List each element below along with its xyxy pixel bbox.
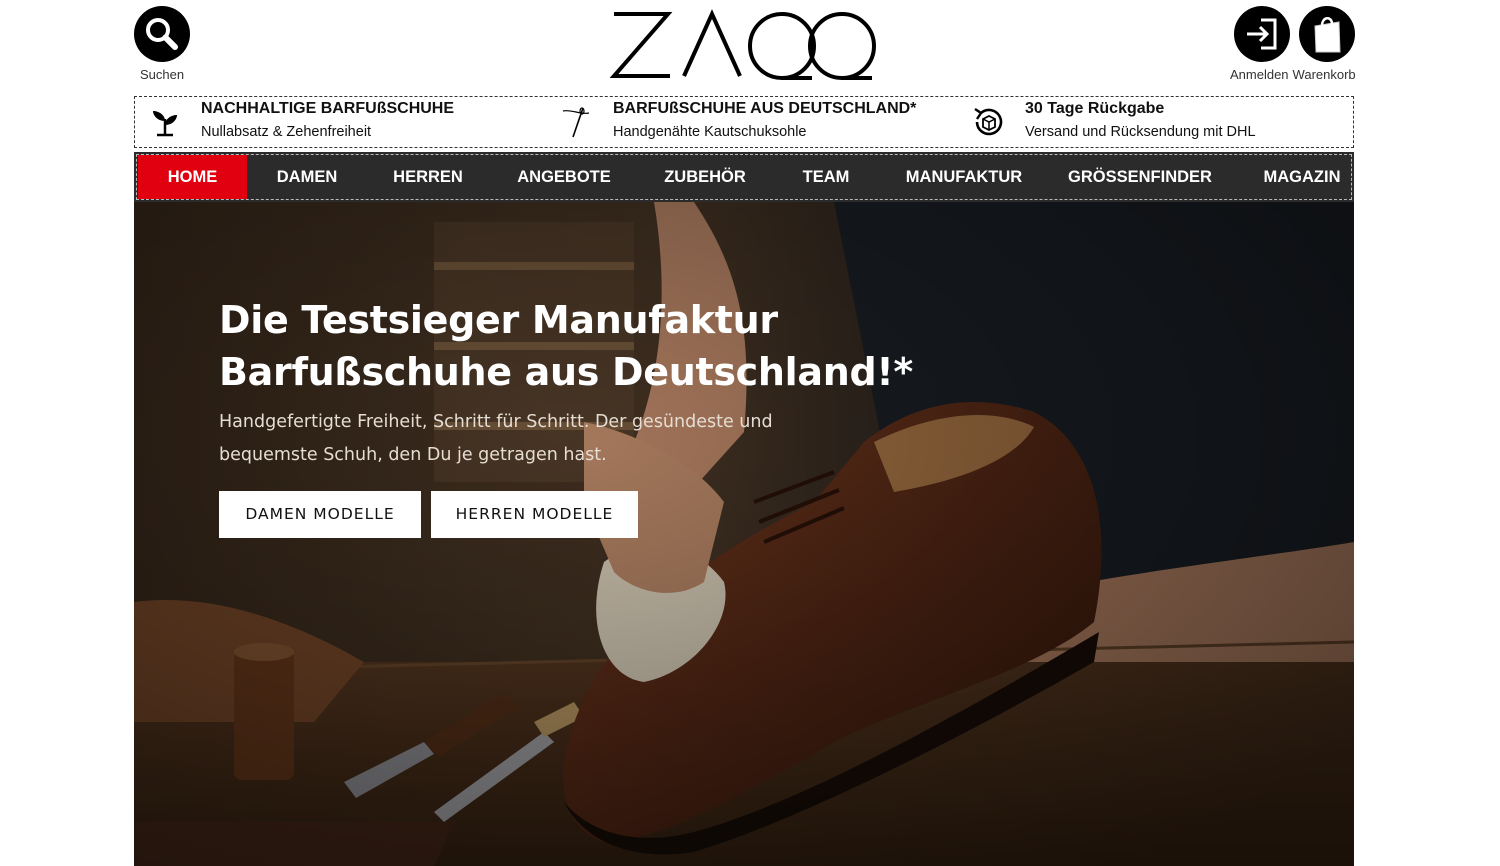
usp-item-sustainable: NACHHALTIGE BARFUßSCHUHE Nullabsatz & Ze… bbox=[147, 97, 547, 147]
search-label[interactable]: Suchen bbox=[134, 67, 190, 82]
hero-banner: Die Testsieger Manufaktur Barfußschuhe a… bbox=[134, 202, 1354, 866]
cart-label[interactable]: Warenkorb bbox=[1293, 67, 1356, 82]
nav-item-angebote[interactable]: ANGEBOTE bbox=[504, 155, 624, 199]
usp-subtitle: Versand und Rücksendung mit DHL bbox=[1025, 124, 1256, 140]
shopping-bag-icon bbox=[1310, 14, 1344, 54]
search-button[interactable] bbox=[134, 6, 190, 62]
usp-title: NACHHALTIGE BARFUßSCHUHE bbox=[201, 100, 455, 117]
usp-subtitle: Handgenähte Kautschuksohle bbox=[613, 124, 807, 140]
cart-button[interactable] bbox=[1299, 6, 1355, 62]
hero-subtitle-line: Handgefertigte Freiheit, Schritt für Sch… bbox=[219, 412, 773, 432]
nav-item-team[interactable]: TEAM bbox=[788, 155, 864, 199]
account-labels: Anmelden Warenkorb bbox=[1230, 67, 1360, 82]
needle-icon bbox=[559, 105, 595, 139]
zaqq-logo[interactable] bbox=[600, 6, 900, 86]
hero-subtitle-line: bequemste Schuh, den Du je getragen hast… bbox=[219, 445, 607, 465]
hero-title: Die Testsieger Manufaktur Barfußschuhe a… bbox=[219, 294, 939, 398]
nav-item-magazin[interactable]: MAGAZIN bbox=[1254, 155, 1350, 199]
usp-bar: NACHHALTIGE BARFUßSCHUHE Nullabsatz & Ze… bbox=[134, 96, 1354, 148]
login-button[interactable] bbox=[1234, 6, 1290, 62]
hero-subtitle: Handgefertigte Freiheit, Schritt für Sch… bbox=[219, 406, 819, 472]
hero-title-line: Barfußschuhe aus Deutschland!* bbox=[219, 350, 913, 394]
nav-item-zubehoer[interactable]: ZUBEHÖR bbox=[650, 155, 760, 199]
login-label[interactable]: Anmelden bbox=[1230, 67, 1289, 82]
nav-item-herren[interactable]: HERREN bbox=[378, 155, 478, 199]
main-navigation: HOME DAMEN HERREN ANGEBOTE ZUBEHÖR TEAM … bbox=[134, 152, 1354, 202]
login-icon bbox=[1245, 17, 1279, 51]
site-header: Suchen Anmelden Warenkorb bbox=[0, 0, 1500, 92]
damen-modelle-button[interactable]: DAMEN MODELLE bbox=[219, 491, 421, 538]
search-icon bbox=[144, 16, 180, 52]
plant-icon bbox=[147, 105, 183, 139]
nav-item-groessenfinder[interactable]: GRÖSSENFINDER bbox=[1064, 155, 1216, 199]
nav-item-home[interactable]: HOME bbox=[138, 155, 247, 199]
usp-title: 30 Tage Rückgabe bbox=[1025, 100, 1165, 117]
usp-item-returns: 30 Tage Rückgabe Versand und Rücksendung… bbox=[971, 97, 1351, 147]
nav-item-damen[interactable]: DAMEN bbox=[258, 155, 356, 199]
return-box-icon bbox=[971, 105, 1007, 139]
nav-item-manufaktur[interactable]: MANUFAKTUR bbox=[894, 155, 1034, 199]
usp-title: BARFUßSCHUHE AUS DEUTSCHLAND* bbox=[613, 100, 917, 117]
hero-title-line: Die Testsieger Manufaktur bbox=[219, 298, 778, 342]
usp-subtitle: Nullabsatz & Zehenfreiheit bbox=[201, 124, 372, 140]
herren-modelle-button[interactable]: HERREN MODELLE bbox=[431, 491, 638, 538]
usp-item-made-in-germany: BARFUßSCHUHE AUS DEUTSCHLAND* Handgenäht… bbox=[559, 97, 959, 147]
